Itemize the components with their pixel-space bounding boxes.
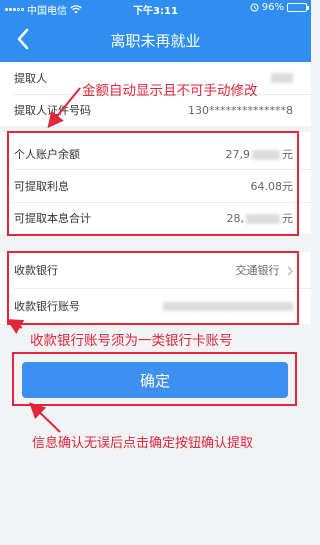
nav-bar: 离职未再就业 bbox=[0, 20, 311, 60]
app-header: 中国电信 下午3:11 96% 离职未再就业 bbox=[0, 0, 311, 62]
confirm-button[interactable]: 确定 bbox=[22, 362, 288, 398]
battery-percent: 96% bbox=[261, 2, 284, 13]
highlight-box-bank bbox=[7, 251, 299, 325]
extractor-id-value: 130**************8 bbox=[188, 103, 293, 117]
annotation-amount: 金额自动显示且不可手动修改 bbox=[82, 83, 258, 99]
extractor-name-redacted bbox=[271, 73, 293, 83]
status-bar: 中国电信 下午3:11 96% bbox=[0, 0, 311, 17]
alarm-icon bbox=[250, 3, 259, 12]
extractor-label: 提取人 bbox=[14, 72, 47, 85]
battery-icon bbox=[287, 3, 309, 12]
arrow-confirm bbox=[29, 402, 61, 433]
highlight-box-amounts bbox=[7, 131, 299, 236]
page-title: 离职未再就业 bbox=[110, 32, 201, 50]
annotation-account: 收款银行账号须为一类银行卡账号 bbox=[30, 333, 233, 349]
status-right: 96% bbox=[250, 2, 309, 13]
extractor-id-label: 提取人证件号码 bbox=[14, 104, 91, 117]
annotation-confirm: 信息确认无误后点击确定按钮确认提取 bbox=[32, 436, 254, 451]
